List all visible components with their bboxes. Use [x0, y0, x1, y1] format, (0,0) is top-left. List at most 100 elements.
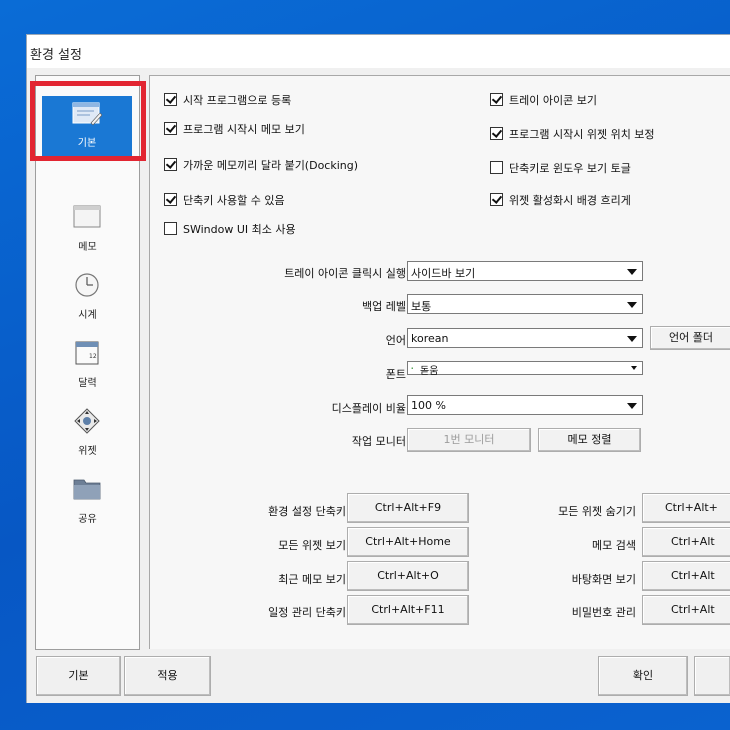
shortcut-memo-search-key[interactable]: Ctrl+Alt	[642, 527, 730, 557]
font-label: 폰트	[385, 368, 406, 381]
sidebar-item-label: 위젯	[78, 446, 97, 457]
checkbox-show-memo-on-start[interactable]: 프로그램 시작시 메모 보기	[164, 121, 305, 137]
button-label: Ctrl+Alt+Home	[365, 535, 451, 548]
checkbox-checked[interactable]	[164, 158, 177, 171]
sidebar-item-clock[interactable]: 시계	[36, 266, 139, 330]
backup-level-select[interactable]: 보통	[407, 294, 643, 314]
select-value: 100 %	[411, 399, 446, 412]
checkbox-label: 프로그램 시작시 위젯 위치 보정	[509, 128, 655, 141]
cancel-button-partial[interactable]	[694, 656, 730, 696]
backup-level-label: 백업 레벨	[362, 300, 406, 313]
shortcut-schedule-key[interactable]: Ctrl+Alt+F11	[347, 595, 469, 625]
shortcut-desktop-key[interactable]: Ctrl+Alt	[642, 561, 730, 591]
checkbox-label: 단축키로 윈도우 보기 토글	[509, 162, 631, 175]
checkbox-checked[interactable]	[490, 93, 503, 106]
button-label: Ctrl+Alt	[671, 603, 715, 616]
display-ratio-select[interactable]: 100 %	[407, 395, 643, 415]
shortcut-hide-widgets-key[interactable]: Ctrl+Alt+	[642, 493, 730, 523]
shortcut-label: 비밀번호 관리	[571, 606, 636, 619]
shortcut-label: 최근 메모 보기	[278, 573, 346, 586]
checkbox-label: 단축키 사용할 수 있음	[183, 194, 285, 207]
select-value: 사이드바 보기	[411, 267, 476, 280]
apply-button[interactable]: 적용	[124, 656, 211, 696]
memo-icon	[72, 204, 102, 230]
sidebar-item-label: 메모	[78, 242, 97, 253]
checkbox-toggle-window-shortcut[interactable]: 단축키로 윈도우 보기 토글	[490, 160, 631, 176]
checkbox-swindow-ui[interactable]: SWindow UI 최소 사용	[164, 221, 296, 237]
highlight-box	[30, 81, 146, 161]
clock-icon	[72, 272, 102, 298]
button-label: Ctrl+Alt+F9	[374, 501, 442, 514]
checkbox-enable-shortcuts[interactable]: 단축키 사용할 수 있음	[164, 192, 285, 208]
title-bar: 환경 설정	[27, 35, 730, 68]
button-label: Ctrl+Alt	[671, 535, 715, 548]
shortcut-recent-memo-key[interactable]: Ctrl+Alt+O	[347, 561, 469, 591]
default-button[interactable]: 기본	[36, 656, 121, 696]
checkbox-widget-position-fix[interactable]: 프로그램 시작시 위젯 위치 보정	[490, 126, 655, 142]
svg-text:12: 12	[89, 353, 97, 360]
button-label: 언어 폴더	[669, 331, 713, 344]
language-label: 언어	[385, 334, 406, 347]
checkbox-startup-register[interactable]: 시작 프로그램으로 등록	[164, 92, 291, 108]
dropdown-arrow-icon	[627, 269, 637, 275]
button-label: 적용	[157, 669, 178, 682]
button-label: Ctrl+Alt+O	[377, 569, 439, 582]
checkbox-checked[interactable]	[490, 127, 503, 140]
checkbox-unchecked[interactable]	[490, 161, 503, 174]
checkbox-checked[interactable]	[164, 93, 177, 106]
checkbox-label: 프로그램 시작시 메모 보기	[183, 123, 305, 136]
language-select[interactable]: korean	[407, 328, 643, 348]
sidebar-item-label: 달력	[78, 378, 97, 389]
tray-click-label: 트레이 아이콘 클릭시 실행	[284, 267, 406, 280]
ok-button[interactable]: 확인	[598, 656, 688, 696]
shortcut-label: 메모 검색	[592, 539, 636, 552]
sidebar-item-calendar[interactable]: 12 달력	[36, 334, 139, 398]
checkbox-checked[interactable]	[164, 193, 177, 206]
font-type-icon: ꞏ	[411, 364, 414, 373]
shortcut-label: 일정 관리 단축키	[268, 606, 346, 619]
checkbox-label: 트레이 아이콘 보기	[509, 94, 597, 107]
shortcut-settings-key[interactable]: Ctrl+Alt+F9	[347, 493, 469, 523]
work-monitor-label: 작업 모니터	[351, 435, 406, 448]
sidebar-item-label: 공유	[78, 514, 97, 525]
shortcut-label: 환경 설정 단축키	[268, 505, 346, 518]
category-sidebar: 기본 메모 시계 12 달력 위젯 공유	[35, 75, 140, 650]
checkbox-docking[interactable]: 가까운 메모끼리 달라 붙기(Docking)	[164, 157, 358, 173]
sidebar-item-share[interactable]: 공유	[36, 470, 139, 534]
checkbox-checked[interactable]	[164, 122, 177, 135]
calendar-icon: 12	[72, 340, 102, 366]
button-label: 확인	[632, 669, 654, 682]
sidebar-item-memo[interactable]: 메모	[36, 198, 139, 262]
checkbox-checked[interactable]	[490, 193, 503, 206]
widget-icon	[72, 408, 102, 434]
language-folder-button[interactable]: 언어 폴더	[650, 326, 730, 350]
shortcut-label: 바탕화면 보기	[571, 573, 636, 586]
font-select[interactable]: 돋움 ꞏ	[407, 361, 643, 377]
button-label: 기본	[68, 669, 89, 682]
checkbox-label: 가까운 메모끼리 달라 붙기(Docking)	[183, 159, 359, 172]
dropdown-arrow-icon	[627, 302, 637, 308]
checkbox-dim-background[interactable]: 위젯 활성화시 배경 흐리게	[490, 192, 631, 208]
dropdown-arrow-icon	[627, 403, 637, 409]
dropdown-arrow-icon	[627, 336, 637, 342]
shortcut-password-key[interactable]: Ctrl+Alt	[642, 595, 730, 625]
settings-panel: 시작 프로그램으로 등록 프로그램 시작시 메모 보기 가까운 메모끼리 달라 …	[149, 75, 730, 649]
monitor-select-button[interactable]: 1번 모니터	[407, 428, 531, 452]
shortcut-show-widgets-key[interactable]: Ctrl+Alt+Home	[347, 527, 469, 557]
checkbox-label: SWindow UI 최소 사용	[183, 223, 296, 236]
shortcut-label: 모든 위젯 숨기기	[558, 505, 636, 518]
sidebar-item-widget[interactable]: 위젯	[36, 402, 139, 466]
button-label: Ctrl+Alt+F11	[371, 603, 445, 616]
button-label: Ctrl+Alt+	[665, 501, 718, 514]
button-label: 1번 모니터	[443, 433, 495, 446]
folder-icon	[72, 476, 102, 502]
dropdown-arrow-icon	[631, 366, 637, 370]
select-value: 돋움	[420, 366, 439, 377]
checkbox-label: 위젯 활성화시 배경 흐리게	[509, 194, 631, 207]
button-label: Ctrl+Alt	[671, 569, 715, 582]
memo-sort-button[interactable]: 메모 정렬	[538, 428, 641, 452]
shortcut-label: 모든 위젯 보기	[278, 539, 346, 552]
tray-click-select[interactable]: 사이드바 보기	[407, 261, 643, 281]
checkbox-show-tray-icon[interactable]: 트레이 아이콘 보기	[490, 92, 597, 108]
checkbox-unchecked[interactable]	[164, 222, 177, 235]
